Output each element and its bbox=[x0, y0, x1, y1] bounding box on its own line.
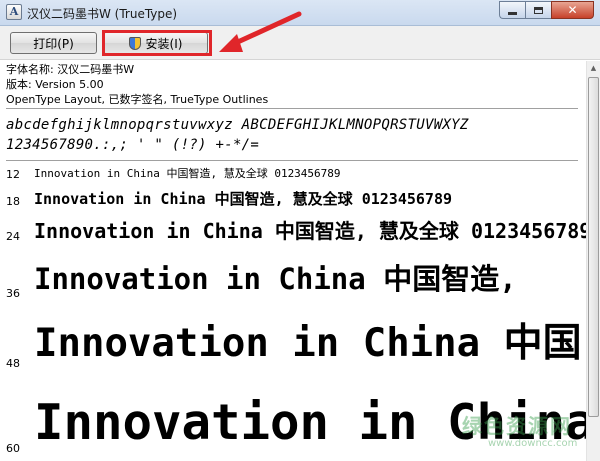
font-file-icon: A bbox=[6, 4, 22, 20]
install-highlight-box bbox=[102, 30, 212, 56]
scroll-up-icon[interactable]: ▲ bbox=[587, 61, 600, 75]
sample-size-label: 24 bbox=[6, 230, 20, 243]
sample-text: Innovation in China 中国智造, 慧及全球 012345678… bbox=[34, 219, 586, 243]
close-icon: ✕ bbox=[567, 3, 578, 17]
sample-size-label: 18 bbox=[6, 195, 20, 208]
font-name-line: 字体名称: 汉仪二码墨书W bbox=[6, 63, 135, 76]
minimize-button[interactable] bbox=[499, 1, 525, 19]
maximize-button[interactable] bbox=[525, 1, 551, 19]
font-details-line: OpenType Layout, 已数字签名, TrueType Outline… bbox=[6, 93, 269, 106]
sample-text: Innovation in China 中国 bbox=[34, 321, 582, 366]
character-set: abcdefghijklmnopqrstuvwxyz ABCDEFGHIJKLM… bbox=[0, 109, 586, 160]
sample-row-48: 48 Innovation in China 中国 bbox=[0, 304, 586, 374]
sample-text: Innovation in China 中国智造, bbox=[34, 262, 517, 296]
sample-text: Innovation in China 中国智造, 慧及全球 012345678… bbox=[34, 190, 453, 208]
window-controls: ✕ bbox=[499, 1, 594, 19]
print-button[interactable]: 打印(P) bbox=[10, 32, 97, 54]
sample-row-36: 36 Innovation in China 中国智造, bbox=[0, 247, 586, 304]
sample-size-label: 48 bbox=[6, 357, 20, 370]
print-button-label: 打印(P) bbox=[33, 36, 74, 51]
sample-row-18: 18 Innovation in China 中国智造, 慧及全球 012345… bbox=[0, 185, 586, 212]
window-title: 汉仪二码墨书W (TrueType) bbox=[27, 7, 178, 21]
sample-text: Innovation in China 中国智造, 慧及全球 012345678… bbox=[34, 167, 341, 180]
sample-row-24: 24 Innovation in China 中国智造, 慧及全球 012345… bbox=[0, 212, 586, 247]
font-version-line: 版本: Version 5.00 bbox=[6, 78, 104, 91]
close-button[interactable]: ✕ bbox=[551, 1, 594, 19]
font-preview-pane: 字体名称: 汉仪二码墨书W 版本: Version 5.00 OpenType … bbox=[0, 61, 586, 461]
sample-size-label: 12 bbox=[6, 168, 20, 181]
charset-symbols: 1234567890.:,; ' " (!?) +-*/= bbox=[6, 137, 260, 153]
watermark-url: www.downcc.com bbox=[488, 438, 578, 449]
scroll-thumb[interactable] bbox=[588, 77, 599, 417]
vertical-scrollbar[interactable]: ▲ bbox=[586, 61, 600, 461]
sample-size-label: 36 bbox=[6, 287, 20, 300]
charset-letters: abcdefghijklmnopqrstuvwxyz ABCDEFGHIJKLM… bbox=[6, 117, 469, 133]
annotation-arrow-icon bbox=[219, 11, 302, 52]
maximize-icon bbox=[534, 6, 543, 14]
font-info: 字体名称: 汉仪二码墨书W 版本: Version 5.00 OpenType … bbox=[0, 61, 586, 108]
sample-row-12: 12 Innovation in China 中国智造, 慧及全球 012345… bbox=[0, 161, 586, 185]
sample-size-label: 60 bbox=[6, 442, 20, 455]
minimize-icon bbox=[508, 11, 517, 15]
